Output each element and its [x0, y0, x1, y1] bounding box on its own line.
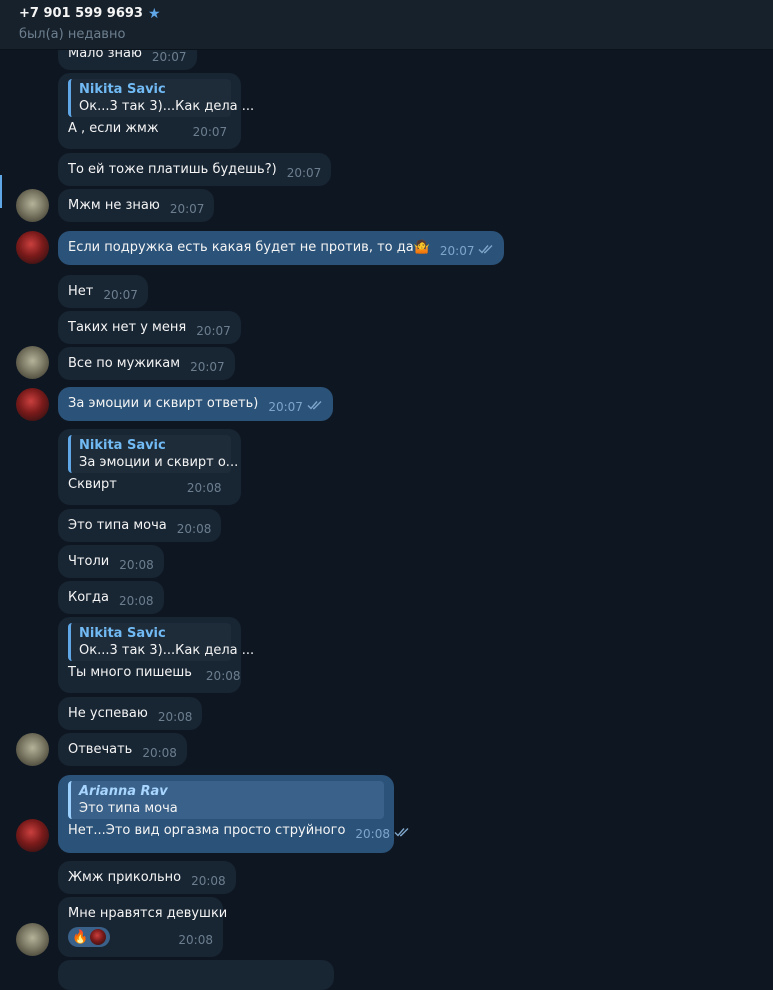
reply-text: Ок...3 так 3)...Как дела ... — [79, 99, 255, 114]
contact-avatar[interactable] — [16, 346, 49, 379]
outgoing-message-bubble[interactable]: За эмоции и сквирт ответь) 20:07 — [58, 387, 333, 421]
message-text: Таких нет у меня — [68, 320, 187, 335]
message-bubble[interactable]: Таких нет у меня 20:07 — [58, 311, 241, 344]
message-bubble[interactable]: Чтоли 20:08 — [58, 545, 164, 578]
message-time: 20:07 — [103, 288, 138, 302]
message-bubble-partial[interactable] — [58, 960, 334, 990]
message-time: 20:08 — [178, 933, 213, 947]
message-text: Сквирт — [68, 477, 117, 492]
message-bubble[interactable]: Это типа моча 20:08 — [58, 509, 222, 542]
message-bubble[interactable]: Не успеваю 20:08 — [58, 697, 203, 730]
message-time: 20:08 — [355, 827, 390, 841]
contact-status: был(а) недавно — [19, 27, 126, 42]
message-time: 20:07 — [151, 50, 187, 64]
message-time: 20:08 — [119, 558, 154, 572]
message-time: 20:08 — [142, 746, 177, 760]
reply-text: Это типа моча — [79, 801, 178, 816]
double-check-icon — [307, 399, 323, 414]
message-text: Это типа моча — [68, 518, 167, 533]
message-time: 20:07 — [190, 360, 225, 374]
outgoing-message-bubble[interactable]: Если подружка есть какая будет не против… — [58, 231, 505, 265]
message-bubble-reply[interactable]: Nikita Savic Ок...3 так 3)...Как дела ..… — [58, 617, 255, 693]
message-text: Когда — [68, 590, 109, 605]
message-time: 20:07 — [169, 202, 205, 216]
message-time: 20:08 — [176, 522, 212, 536]
reply-quote[interactable]: Nikita Savic Ок...3 так 3)...Как дела ..… — [68, 623, 255, 661]
message-bubble[interactable]: Мне нравятся девушки 🔥 20:08 — [58, 897, 227, 957]
message-time: 20:08 — [157, 710, 193, 724]
reply-author: Nikita Savic — [79, 438, 166, 453]
message-time: 20:07 — [192, 125, 228, 139]
reactor-avatar — [90, 929, 107, 945]
message-text: Чтоли — [68, 554, 110, 569]
message-text: Все по мужикам — [68, 356, 181, 371]
message-time: 20:07 — [286, 166, 322, 180]
reply-quote[interactable]: Nikita Savic Ок...3 так 3)...Как дела ..… — [68, 79, 255, 117]
message-bubble[interactable]: Жмж прикольно 20:08 — [58, 861, 236, 894]
star-icon: ★ — [147, 5, 161, 22]
outgoing-message-bubble-reply[interactable]: Arianna Rav Это типа моча Нет...Это вид … — [58, 775, 409, 853]
message-feed[interactable]: Мало знаю 20:07 Nikita Savic Ок...3 так 3… — [0, 38, 773, 990]
message-text: Если подружка есть какая будет не против… — [68, 240, 414, 255]
own-avatar[interactable] — [16, 819, 49, 852]
message-text: Отвечать — [68, 742, 133, 757]
message-bubble-reply[interactable]: Nikita Savic За эмоции и сквирт о... Скв… — [58, 429, 241, 505]
reply-quote[interactable]: Nikita Savic За эмоции и сквирт о... — [68, 435, 239, 473]
message-text: Мне нравятся девушки — [68, 906, 228, 921]
unread-marker — [0, 175, 2, 208]
message-time: 20:08 — [191, 874, 226, 888]
message-text: Нет...Это вид оргазма просто струйного — [68, 823, 346, 838]
reactions-row: 🔥 20:08 — [68, 927, 213, 947]
fire-reaction-icon: 🔥 — [72, 929, 89, 945]
message-bubble[interactable]: Отвечать 20:08 — [58, 733, 187, 766]
message-text: Нет — [68, 284, 94, 299]
message-bubble[interactable]: Нет 20:07 — [58, 275, 148, 308]
message-time: 20:07 — [268, 400, 303, 414]
chat-header[interactable]: +7 901 599 9693 ★ был(а) недавно — [0, 0, 773, 50]
reply-author: Nikita Savic — [79, 82, 166, 97]
reply-author: Nikita Savic — [79, 626, 166, 641]
reaction-pill[interactable]: 🔥 — [68, 927, 111, 947]
reply-quote[interactable]: Arianna Rav Это типа моча — [68, 781, 384, 819]
reply-author: Arianna Rav — [79, 784, 168, 799]
message-bubble[interactable]: Все по мужикам 20:07 — [58, 347, 235, 380]
message-bubble-reply[interactable]: Nikita Savic Ок...3 так 3)...Как дела ..… — [58, 73, 255, 149]
message-text: За эмоции и сквирт ответь) — [68, 396, 259, 411]
contact-phone: +7 901 599 9693 — [19, 6, 143, 21]
own-avatar[interactable] — [16, 231, 49, 264]
chat-title-row: +7 901 599 9693 ★ — [19, 6, 161, 21]
contact-avatar[interactable] — [16, 733, 49, 766]
message-bubble[interactable]: То ей тоже платишь будешь?) 20:07 — [58, 153, 332, 186]
contact-avatar[interactable] — [16, 189, 49, 222]
shrug-emoji: 🤷 — [413, 240, 430, 255]
message-text: Мжм не знаю — [68, 198, 160, 213]
message-text: Ты много пишешь — [68, 665, 192, 680]
reply-text: За эмоции и сквирт о... — [79, 455, 239, 470]
message-time: 20:07 — [196, 324, 231, 338]
double-check-icon — [478, 243, 494, 258]
own-avatar[interactable] — [16, 388, 49, 421]
message-bubble[interactable]: Когда 20:08 — [58, 581, 164, 614]
message-time: 20:08 — [186, 481, 222, 495]
reply-text: Ок...3 так 3)...Как дела ... — [79, 643, 255, 658]
message-time: 20:08 — [118, 594, 154, 608]
contact-avatar[interactable] — [16, 923, 49, 956]
message-text: То ей тоже платишь будешь?) — [68, 162, 277, 177]
message-text: Не успеваю — [68, 706, 148, 721]
message-time: 20:08 — [205, 669, 241, 683]
double-check-icon — [394, 826, 410, 841]
message-text: А , если жмж — [68, 121, 159, 136]
message-text: Жмж прикольно — [68, 870, 182, 885]
message-bubble[interactable]: Мжм не знаю 20:07 — [58, 189, 215, 222]
message-time: 20:07 — [439, 244, 475, 258]
